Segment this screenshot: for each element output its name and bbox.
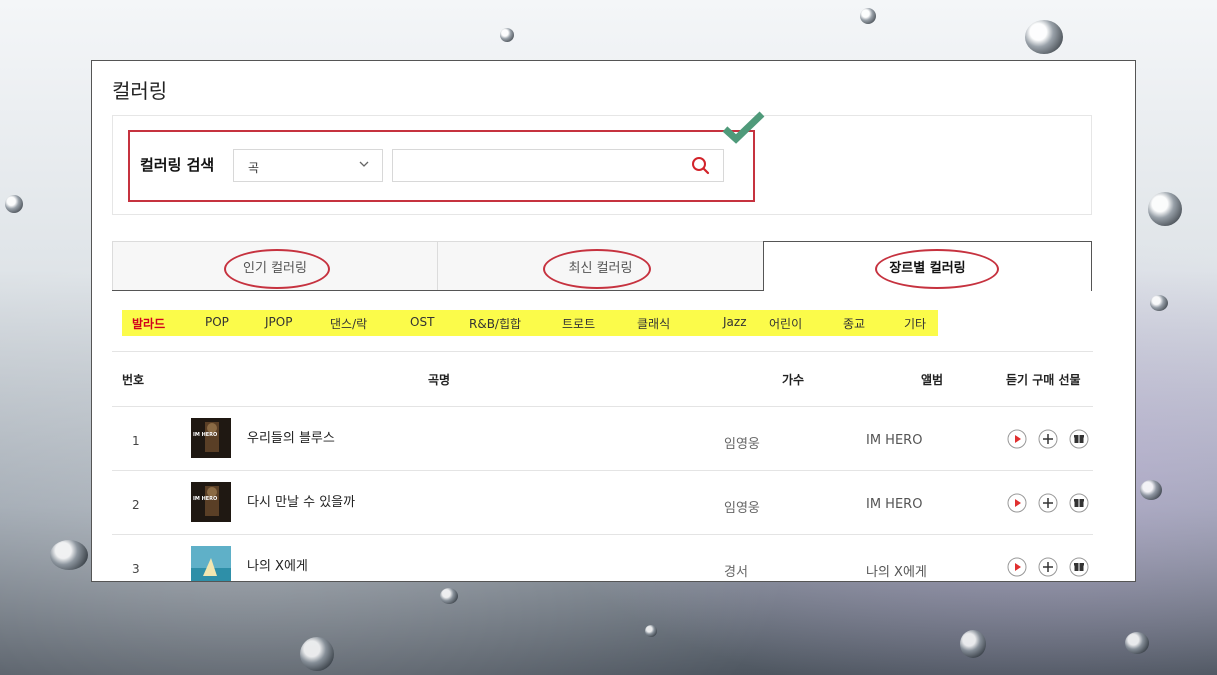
plus-icon[interactable] [1038,557,1058,577]
album-name[interactable]: IM HERO [866,433,922,448]
album-name[interactable]: 나의 X에게 [866,561,927,580]
album-thumbnail[interactable] [191,546,231,581]
song-title[interactable]: 우리들의 블루스 [247,427,335,446]
artist-name[interactable]: 경서 [724,561,748,580]
header-actions: 듣기 구매 선물 [1006,373,1081,387]
plus-icon[interactable] [1038,429,1058,449]
genre-item[interactable]: 발라드 [132,315,165,332]
table-row: 3 나의 X에게 경서 나의 X에게 [112,535,1093,581]
play-icon[interactable] [1007,429,1027,449]
genre-item[interactable]: 댄스/락 [330,315,367,332]
genre-item[interactable]: 클래식 [637,315,670,332]
search-label: 컬러링 검색 [140,156,215,174]
gift-icon[interactable] [1069,493,1089,513]
genre-item[interactable]: 기타 [904,315,926,332]
search-type-value: 곡 [248,161,260,175]
genre-item[interactable]: 종교 [843,315,865,332]
artist-name[interactable]: 임영웅 [724,497,760,516]
tab-genre-label: 장르별 컬러링 [889,261,966,276]
album-thumbnail-text: IM HERO [193,496,218,502]
tab-bar: 인기 컬러링 최신 컬러링 장르별 컬러링 [112,241,1093,293]
genre-item[interactable]: 어린이 [769,315,802,332]
search-input[interactable] [392,149,724,182]
header-album: 앨범 [921,373,944,387]
table-row: 1 IM HERO 우리들의 블루스 임영웅 IM HERO [112,407,1093,471]
tab-popular[interactable]: 인기 컬러링 [112,241,438,291]
table-row: 2 IM HERO 다시 만날 수 있을까 임영웅 IM HERO [112,471,1093,535]
tab-popular-label: 인기 컬러링 [243,260,307,276]
gift-icon[interactable] [1069,429,1089,449]
album-name[interactable]: IM HERO [866,497,922,512]
genre-item[interactable]: OST [410,315,434,329]
chevron-down-icon [358,158,370,173]
header-title: 곡명 [428,373,451,387]
tab-genre[interactable]: 장르별 컬러링 [763,241,1092,291]
search-icon[interactable] [690,155,712,177]
tab-divider [112,290,764,291]
gift-icon[interactable] [1069,557,1089,577]
play-icon[interactable] [1007,493,1027,513]
search-type-select[interactable]: 곡 [233,149,383,182]
genre-bar: 발라드 POP JPOP 댄스/락 OST R&B/힙합 트로트 클래식 Jaz… [122,310,938,336]
header-artist: 가수 [782,373,805,387]
header-num: 번호 [122,373,145,387]
song-title[interactable]: 다시 만날 수 있을까 [247,491,355,510]
genre-item[interactable]: R&B/힙합 [469,315,521,332]
row-num: 3 [132,562,140,576]
album-thumbnail[interactable]: IM HERO [191,482,231,522]
genre-item[interactable]: Jazz [723,315,747,329]
table-top-line [112,351,1093,352]
song-title[interactable]: 나의 X에게 [247,555,308,574]
tab-latest-label: 최신 컬러링 [568,260,633,276]
row-num: 2 [132,498,140,512]
artist-name[interactable]: 임영웅 [724,433,760,452]
genre-item[interactable]: 트로트 [562,315,595,332]
genre-item[interactable]: JPOP [265,315,292,329]
checkmark-icon [722,111,766,145]
coloring-panel: 컬러링 컬러링 검색 곡 인기 컬러링 최신 컬러링 장르별 컬러링 발라드 P… [91,60,1136,582]
album-thumbnail[interactable]: IM HERO [191,418,231,458]
row-num: 1 [132,434,140,448]
tab-latest[interactable]: 최신 컬러링 [437,241,764,291]
play-icon[interactable] [1007,557,1027,577]
album-thumbnail-text: IM HERO [193,432,218,438]
genre-item[interactable]: POP [205,315,229,329]
plus-icon[interactable] [1038,493,1058,513]
page-title: 컬러링 [112,79,168,103]
